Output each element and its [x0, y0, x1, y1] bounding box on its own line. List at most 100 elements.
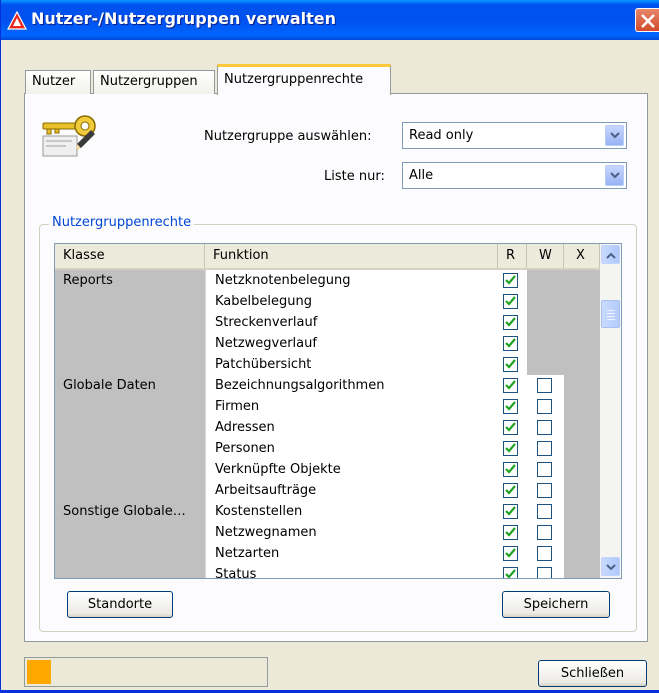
cell-execute [564, 375, 600, 396]
cell-execute [564, 501, 600, 522]
table-row[interactable]: Reports Netzknotenbelegung [55, 270, 600, 291]
read-checkbox[interactable] [503, 525, 518, 540]
cell-funktion: Adressen [205, 417, 498, 438]
table-row[interactable]: Sonstige Globale… Kostenstellen [55, 501, 600, 522]
write-checkbox[interactable] [537, 399, 552, 414]
speichern-button[interactable]: Speichern [502, 591, 610, 618]
table-row[interactable]: Arbeitsaufträge [55, 480, 600, 501]
write-checkbox[interactable] [537, 546, 552, 561]
table-row[interactable]: Firmen [55, 396, 600, 417]
group-select[interactable]: Read only [402, 122, 627, 149]
write-checkbox[interactable] [537, 567, 552, 578]
cell-write [527, 270, 564, 291]
list-filter-label: Liste nur: [324, 169, 385, 184]
column-header-funktion[interactable]: Funktion [205, 244, 498, 268]
cell-write [527, 543, 564, 564]
cell-execute [564, 438, 600, 459]
write-checkbox[interactable] [537, 378, 552, 393]
read-checkbox[interactable] [503, 273, 518, 288]
read-checkbox[interactable] [503, 294, 518, 309]
checkmark-icon [505, 275, 516, 285]
table-row[interactable]: Streckenverlauf [55, 312, 600, 333]
read-checkbox[interactable] [503, 315, 518, 330]
cell-klasse [55, 354, 205, 375]
read-checkbox[interactable] [503, 483, 518, 498]
table-row[interactable]: Status [55, 564, 600, 578]
read-checkbox[interactable] [503, 336, 518, 351]
table-row[interactable]: Verknüpfte Objekte [55, 459, 600, 480]
cell-read [498, 396, 527, 417]
tab-nutzergruppenrechte[interactable]: Nutzergruppenrechte [217, 64, 391, 95]
table-row[interactable]: Netzwegverlauf [55, 333, 600, 354]
read-checkbox[interactable] [503, 567, 518, 578]
cell-write [527, 375, 564, 396]
schliessen-button[interactable]: Schließen [538, 660, 647, 687]
cell-klasse: Globale Daten [55, 375, 205, 396]
cell-klasse [55, 312, 205, 333]
tab-nutzergruppen[interactable]: Nutzergruppen [93, 70, 215, 94]
tab-nutzer[interactable]: Nutzer [25, 70, 91, 94]
chevron-down-icon [610, 172, 620, 179]
write-checkbox[interactable] [537, 504, 552, 519]
column-header-w[interactable]: W [527, 244, 564, 268]
cell-funktion: Netzwegverlauf [205, 333, 498, 354]
status-field [24, 657, 268, 687]
vertical-scrollbar[interactable] [600, 244, 621, 578]
read-checkbox[interactable] [503, 504, 518, 519]
write-checkbox[interactable] [537, 525, 552, 540]
cell-execute [564, 459, 600, 480]
table-row[interactable]: Kabelbelegung [55, 291, 600, 312]
read-checkbox[interactable] [503, 441, 518, 456]
dropdown-button[interactable] [605, 165, 624, 186]
table-row[interactable]: Personen [55, 438, 600, 459]
cell-write [527, 480, 564, 501]
write-checkbox[interactable] [537, 483, 552, 498]
write-checkbox[interactable] [537, 462, 552, 477]
scroll-thumb[interactable] [601, 300, 620, 328]
scroll-up-button[interactable] [601, 245, 620, 264]
cell-klasse [55, 396, 205, 417]
cell-execute [564, 312, 600, 333]
standorte-button[interactable]: Standorte [67, 591, 173, 618]
write-checkbox[interactable] [537, 420, 552, 435]
cell-klasse [55, 459, 205, 480]
cell-read [498, 564, 527, 578]
cell-execute [564, 354, 600, 375]
column-header-x[interactable]: X [564, 244, 600, 268]
table-row[interactable]: Globale Daten Bezeichnungsalgorithmen [55, 375, 600, 396]
read-checkbox[interactable] [503, 357, 518, 372]
window-title: Nutzer-/Nutzergruppen verwalten [31, 9, 337, 28]
checkmark-icon [505, 359, 516, 369]
read-checkbox[interactable] [503, 420, 518, 435]
table-row[interactable]: Patchübersicht [55, 354, 600, 375]
table-row[interactable]: Adressen [55, 417, 600, 438]
cell-funktion: Firmen [205, 396, 498, 417]
cell-funktion: Netzwegnamen [205, 522, 498, 543]
title-bar[interactable]: Nutzer-/Nutzergruppen verwalten [1, 0, 659, 40]
cell-write [527, 417, 564, 438]
cell-write [527, 564, 564, 578]
column-header-klasse[interactable]: Klasse [55, 244, 205, 268]
cell-execute [564, 333, 600, 354]
scroll-down-button[interactable] [601, 557, 620, 576]
close-button[interactable] [635, 8, 659, 32]
table-row[interactable]: Netzarten [55, 543, 600, 564]
cell-funktion: Kostenstellen [205, 501, 498, 522]
table-row[interactable]: Netzwegnamen [55, 522, 600, 543]
rights-table[interactable]: Klasse Funktion R W X Reports Netzknotenb… [54, 243, 622, 579]
list-filter-select[interactable]: Alle [402, 162, 627, 189]
table-header: Klasse Funktion R W X [55, 244, 600, 270]
read-checkbox[interactable] [503, 378, 518, 393]
dropdown-button[interactable] [605, 125, 624, 146]
cell-write [527, 522, 564, 543]
read-checkbox[interactable] [503, 546, 518, 561]
read-checkbox[interactable] [503, 462, 518, 477]
cell-write [527, 291, 564, 312]
write-checkbox[interactable] [537, 441, 552, 456]
column-header-r[interactable]: R [498, 244, 527, 268]
cell-execute [564, 543, 600, 564]
cell-klasse [55, 564, 205, 578]
read-checkbox[interactable] [503, 399, 518, 414]
cell-read [498, 312, 527, 333]
cell-execute [564, 291, 600, 312]
